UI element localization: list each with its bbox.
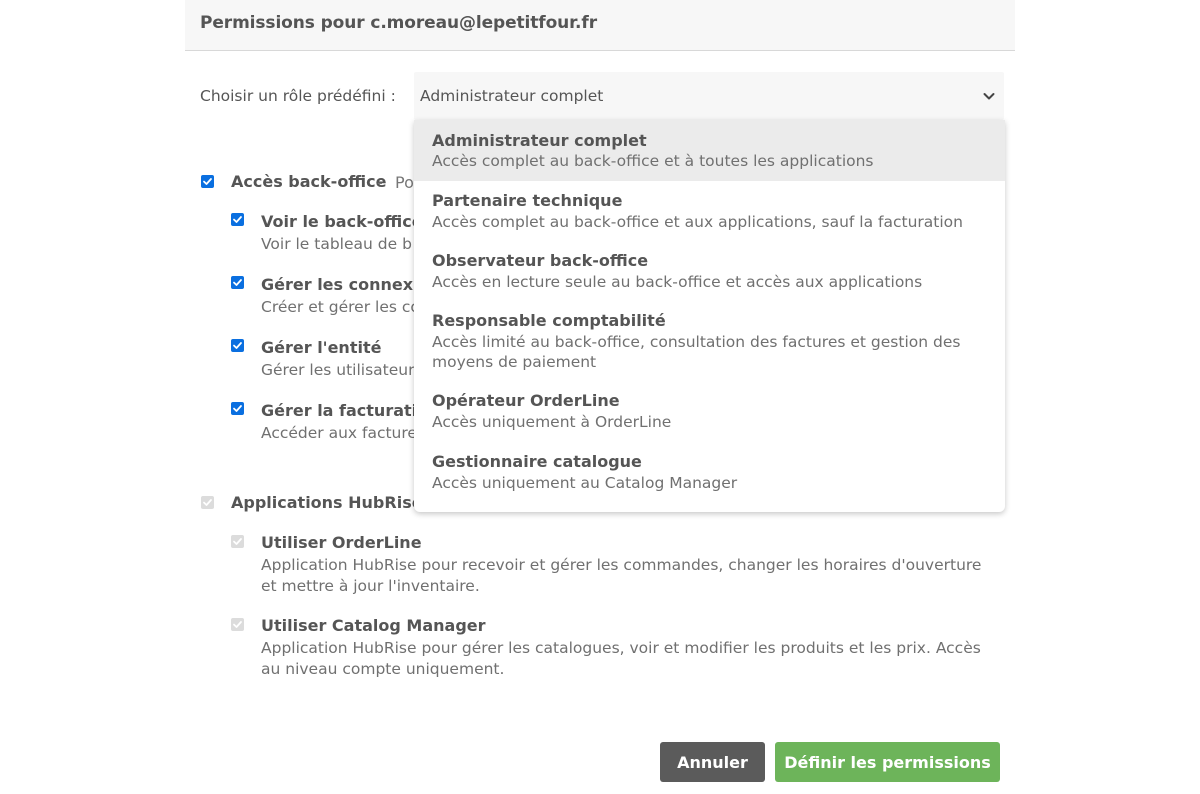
role-select-value: Administrateur complet	[420, 87, 604, 105]
check-icon	[233, 538, 242, 545]
manage-connections-checkbox[interactable]	[231, 276, 244, 289]
apps-title: Applications HubRise	[231, 493, 423, 512]
option-description: Accès complet au back-office et à toutes…	[432, 152, 874, 170]
set-permissions-button[interactable]: Définir les permissions	[775, 742, 1000, 782]
option-description: Accès complet au back-office et aux appl…	[432, 213, 963, 231]
option-description: Accès en lecture seule au back-office et…	[432, 273, 923, 291]
option-title: Gestionnaire catalogue	[432, 452, 642, 471]
manage-billing-title: Gérer la facturation	[261, 401, 440, 420]
role-option-full-admin[interactable]: Administrateur complet Accès complet au …	[414, 120, 1005, 181]
manage-entity-checkbox[interactable]	[231, 339, 244, 352]
role-option-catalog-manager[interactable]: Gestionnaire catalogue Accès uniquement …	[414, 442, 1005, 512]
view-backoffice-checkbox[interactable]	[231, 213, 244, 226]
check-icon	[233, 342, 242, 349]
manage-entity-title: Gérer l'entité	[261, 338, 382, 357]
manage-connections-description: Créer et gérer les co	[261, 298, 420, 316]
orderline-checkbox	[231, 535, 244, 548]
catalog-manager-description: Application HubRise pour gérer les catal…	[261, 639, 981, 678]
manage-billing-description: Accéder aux facture	[261, 424, 417, 442]
option-title: Observateur back-office	[432, 251, 649, 270]
role-select-label: Choisir un rôle prédéfini :	[200, 87, 396, 105]
cancel-button[interactable]: Annuler	[660, 742, 765, 782]
backoffice-separator: -	[377, 173, 383, 192]
backoffice-checkbox[interactable]	[201, 175, 214, 188]
option-title: Opérateur OrderLine	[432, 391, 620, 410]
backoffice-description: Po	[395, 173, 414, 192]
catalog-manager-title: Utiliser Catalog Manager	[261, 616, 486, 635]
option-title: Administrateur complet	[432, 131, 647, 150]
chevron-down-icon	[983, 93, 995, 100]
option-title: Responsable comptabilité	[432, 311, 666, 330]
option-description: Accès uniquement à OrderLine	[432, 413, 672, 431]
check-icon	[233, 216, 242, 223]
role-option-accounting-manager[interactable]: Responsable comptabilité Accès limité au…	[414, 301, 1005, 381]
view-backoffice-description: Voir le tableau de b	[261, 235, 412, 253]
option-description: Accès uniquement au Catalog Manager	[432, 474, 738, 492]
option-title: Partenaire technique	[432, 191, 623, 210]
apps-checkbox	[201, 496, 214, 509]
manage-billing-checkbox[interactable]	[231, 402, 244, 415]
role-option-technical-partner[interactable]: Partenaire technique Accès complet au ba…	[414, 181, 1005, 241]
catalog-manager-checkbox	[231, 618, 244, 631]
check-icon	[233, 405, 242, 412]
manage-entity-description: Gérer les utilisateur	[261, 361, 415, 379]
check-icon	[203, 178, 212, 185]
modal-header: Permissions pour c.moreau@lepetitfour.fr	[185, 0, 1015, 51]
orderline-description: Application HubRise pour recevoir et gér…	[261, 556, 982, 595]
modal-title: Permissions pour c.moreau@lepetitfour.fr	[200, 13, 597, 33]
role-select[interactable]: Administrateur complet	[414, 72, 1004, 120]
role-dropdown-menu: Administrateur complet Accès complet au …	[414, 120, 1005, 512]
orderline-title: Utiliser OrderLine	[261, 533, 422, 552]
manage-connections-title: Gérer les connexio	[261, 275, 430, 294]
view-backoffice-title: Voir le back-office	[261, 212, 423, 231]
backoffice-title: Accès back-office	[231, 172, 387, 191]
option-description: Accès limité au back-office, consultatio…	[432, 333, 961, 371]
check-icon	[203, 499, 212, 506]
role-option-backoffice-observer[interactable]: Observateur back-office Accès en lecture…	[414, 241, 1005, 301]
check-icon	[233, 279, 242, 286]
check-icon	[233, 621, 242, 628]
role-option-orderline-operator[interactable]: Opérateur OrderLine Accès uniquement à O…	[414, 381, 1005, 442]
